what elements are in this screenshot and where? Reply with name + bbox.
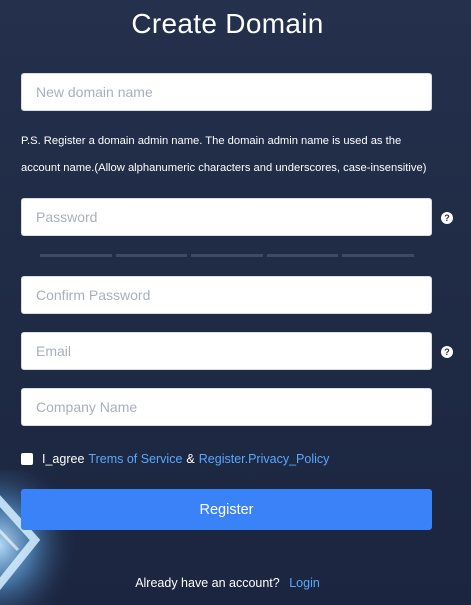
domain-name-input[interactable] (21, 73, 432, 111)
password-strength-meter (40, 254, 414, 257)
register-button[interactable]: Register (21, 489, 432, 530)
password-help-icon[interactable]: ? (441, 212, 453, 224)
page-title: Create Domain (131, 8, 324, 39)
agreement-row: I_agree Trems of Service & Register.Priv… (21, 451, 329, 467)
create-domain-page: Create Domain P.S. Register a domain adm… (0, 0, 471, 605)
terms-of-service-link[interactable]: Trems of Service (88, 452, 182, 466)
password-input[interactable] (21, 198, 432, 236)
agree-label: I_agree (42, 452, 85, 466)
strength-segment (191, 254, 263, 257)
agree-checkbox[interactable] (21, 453, 33, 465)
domain-note-line-1: P.S. Register a domain admin name. The d… (21, 135, 402, 147)
login-footer: Already have an account? Login (0, 576, 455, 590)
strength-segment (115, 254, 188, 257)
privacy-policy-link[interactable]: Register.Privacy_Policy (199, 452, 330, 466)
login-link[interactable]: Login (289, 576, 320, 590)
email-help-icon[interactable]: ? (441, 346, 453, 358)
company-name-input[interactable] (21, 388, 432, 426)
strength-segment (40, 254, 112, 257)
login-prompt: Already have an account? (135, 576, 280, 590)
strength-segment (342, 254, 414, 257)
strength-segment (266, 254, 339, 257)
confirm-password-input[interactable] (21, 276, 432, 314)
agreement-separator: & (186, 452, 195, 466)
email-input[interactable] (21, 332, 432, 370)
domain-note-line-2: account name.(Allow alphanumeric charact… (21, 162, 427, 174)
